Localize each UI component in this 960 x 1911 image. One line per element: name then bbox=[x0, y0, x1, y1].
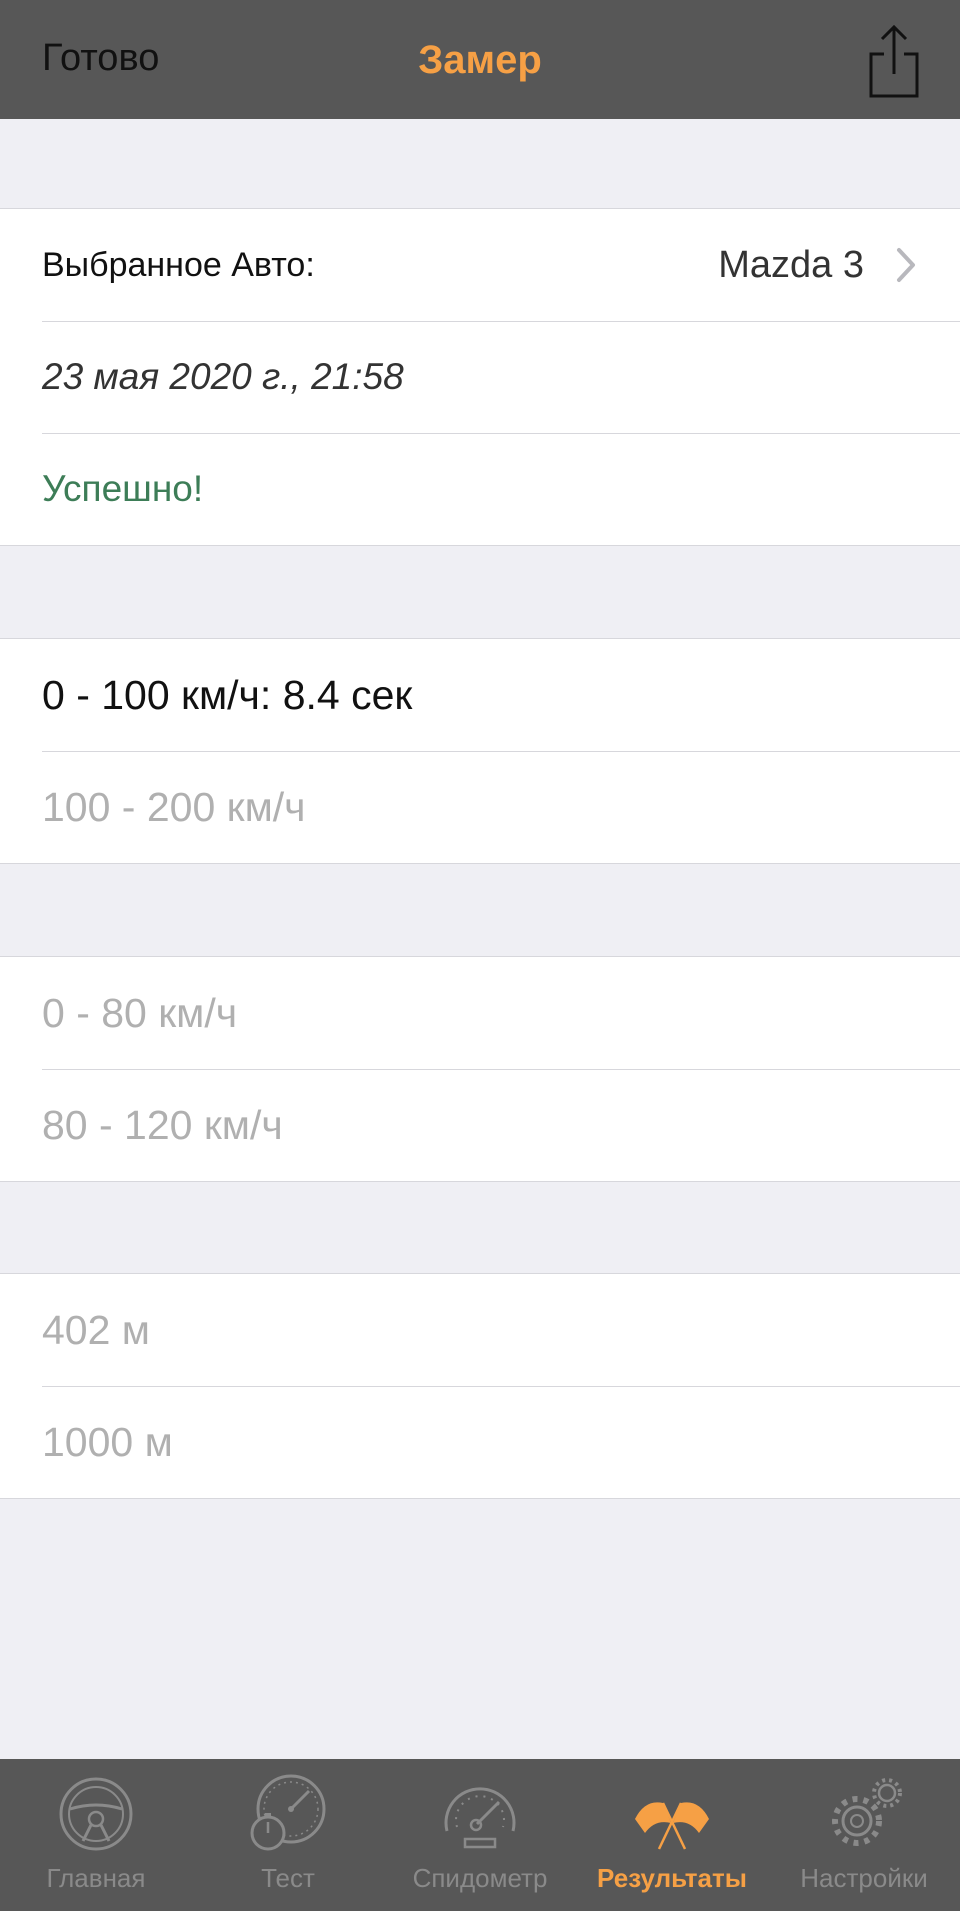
tab-speedometer[interactable]: Спидометр bbox=[384, 1759, 576, 1911]
result-row-0-80[interactable]: 0 - 80 км/ч bbox=[0, 957, 960, 1069]
status-text: Успешно! bbox=[42, 468, 204, 509]
result-80-120-label: 80 - 120 км/ч bbox=[42, 1102, 283, 1148]
result-row-80-120[interactable]: 80 - 120 км/ч bbox=[0, 1069, 960, 1181]
tab-test[interactable]: Тест bbox=[192, 1759, 384, 1911]
selected-car-label: Выбранное Авто: bbox=[42, 246, 315, 284]
stopwatch-gauge-icon bbox=[250, 1774, 326, 1851]
measurement-date: 23 мая 2020 г., 21:58 bbox=[42, 356, 404, 397]
result-row-0-100[interactable]: 0 - 100 км/ч: 8.4 сек bbox=[0, 639, 960, 751]
acceleration-section: 0 - 100 км/ч: 8.4 сек 100 - 200 км/ч bbox=[0, 638, 960, 864]
steering-wheel-icon bbox=[59, 1777, 133, 1851]
tab-settings-label: Настройки bbox=[800, 1863, 928, 1893]
status-row: Успешно! bbox=[0, 433, 960, 545]
tab-results[interactable]: Результаты bbox=[576, 1759, 768, 1911]
navigation-bar: Готово Замер bbox=[0, 0, 960, 119]
date-row: 23 мая 2020 г., 21:58 bbox=[0, 321, 960, 433]
tab-results-label: Результаты bbox=[597, 1863, 747, 1893]
overtaking-section: 0 - 80 км/ч 80 - 120 км/ч bbox=[0, 956, 960, 1182]
result-0-80-label: 0 - 80 км/ч bbox=[42, 990, 238, 1036]
result-row-1000m[interactable]: 1000 м bbox=[0, 1386, 960, 1498]
tab-home-label: Главная bbox=[46, 1863, 146, 1893]
share-button[interactable] bbox=[862, 24, 926, 100]
selected-car-row[interactable]: Выбранное Авто: Mazda 3 bbox=[0, 209, 960, 321]
selected-car-value: Mazda 3 bbox=[718, 244, 864, 286]
tab-home[interactable]: Главная bbox=[0, 1759, 192, 1911]
racing-flags-icon bbox=[635, 1802, 709, 1850]
tab-bar: Главная Тест Спидометр Результаты Настро… bbox=[0, 1759, 960, 1911]
speedometer-icon bbox=[444, 1787, 516, 1849]
result-0-100-label: 0 - 100 км/ч: 8.4 сек bbox=[42, 672, 413, 718]
tab-settings[interactable]: Настройки bbox=[768, 1759, 960, 1911]
share-icon bbox=[869, 24, 919, 98]
result-100-200-label: 100 - 200 км/ч bbox=[42, 784, 306, 830]
done-button[interactable]: Готово bbox=[42, 36, 159, 82]
gears-icon bbox=[832, 1778, 902, 1846]
result-1000m-label: 1000 м bbox=[42, 1419, 173, 1465]
measurement-info-section: Выбранное Авто: Mazda 3 23 мая 2020 г., … bbox=[0, 208, 960, 546]
result-row-100-200[interactable]: 100 - 200 км/ч bbox=[0, 751, 960, 863]
tab-test-label: Тест bbox=[261, 1863, 315, 1893]
tab-speedometer-label: Спидометр bbox=[412, 1863, 548, 1893]
result-row-402m[interactable]: 402 м bbox=[0, 1274, 960, 1386]
result-402m-label: 402 м bbox=[42, 1307, 150, 1353]
chevron-right-icon bbox=[897, 248, 915, 282]
distance-section: 402 м 1000 м bbox=[0, 1273, 960, 1499]
